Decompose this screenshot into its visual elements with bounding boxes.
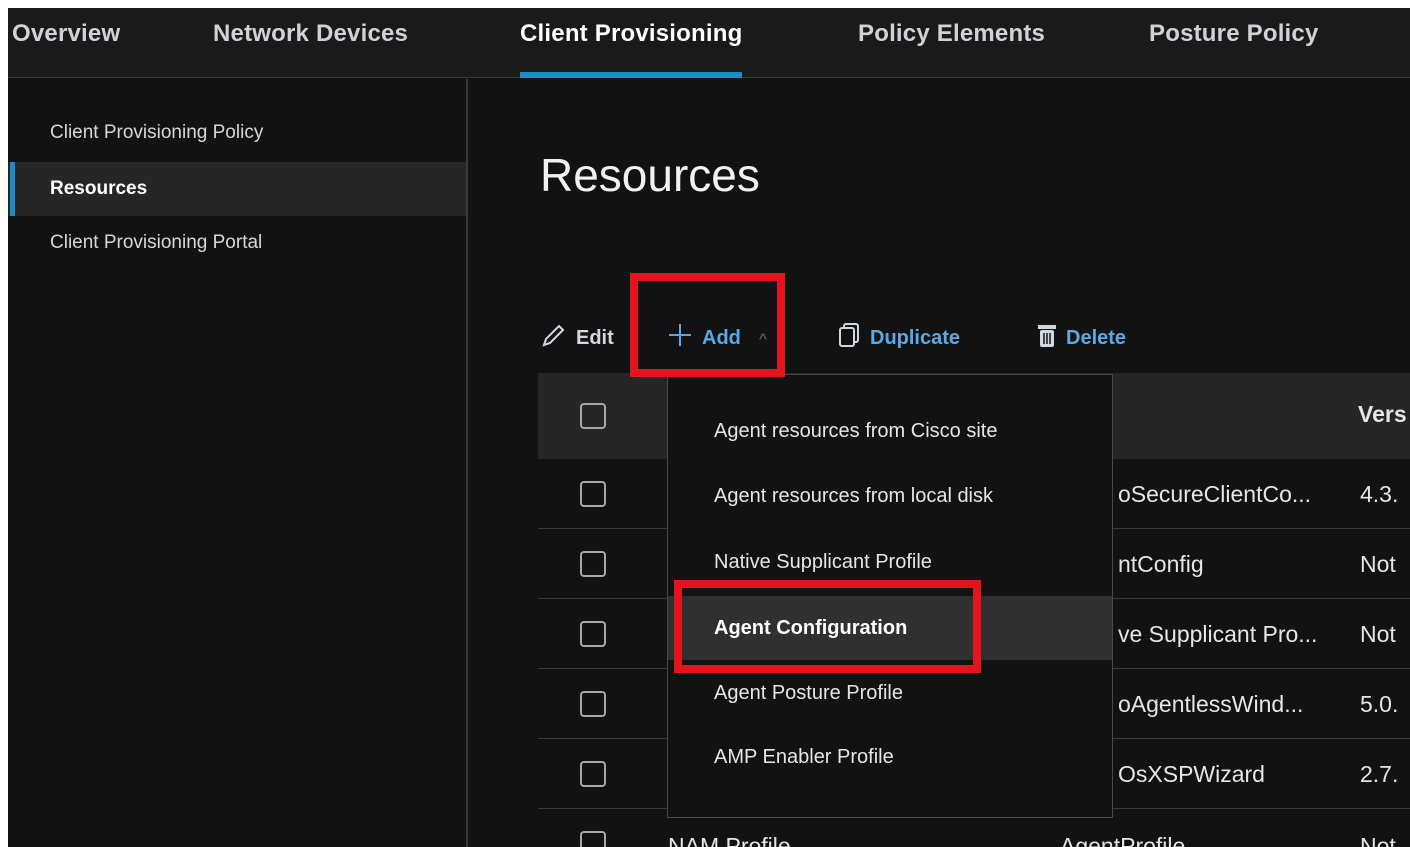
- duplicate-label: Duplicate: [870, 326, 961, 349]
- add-button[interactable]: Add ^: [666, 318, 767, 358]
- row-checkbox[interactable]: [580, 621, 606, 647]
- row-checkbox[interactable]: [580, 551, 606, 577]
- pencil-icon: [540, 321, 568, 355]
- menu-item-agent-posture-profile[interactable]: Agent Posture Profile: [668, 661, 1112, 725]
- menu-item-agent-resources-local-disk[interactable]: Agent resources from local disk: [668, 464, 1112, 528]
- delete-button[interactable]: Delete: [1036, 318, 1126, 358]
- column-header-version[interactable]: Vers: [1358, 401, 1407, 428]
- sidebar-item-client-provisioning-policy[interactable]: Client Provisioning Policy: [8, 106, 466, 160]
- sidebar: Client Provisioning Policy Resources Cli…: [8, 79, 468, 847]
- cell-version: Not: [1360, 833, 1396, 847]
- cell-type: AgentProfile: [1060, 833, 1186, 847]
- tab-client-provisioning[interactable]: Client Provisioning: [520, 20, 743, 78]
- cell-version: 4.3.: [1360, 481, 1399, 507]
- cell-version: Not: [1360, 621, 1396, 647]
- edit-button[interactable]: Edit: [540, 318, 614, 358]
- cell-version: 5.0.: [1360, 691, 1399, 717]
- chevron-up-icon: ^: [758, 330, 768, 346]
- row-checkbox[interactable]: [580, 691, 606, 717]
- menu-item-agent-resources-cisco-site[interactable]: Agent resources from Cisco site: [668, 399, 1112, 463]
- copy-icon: [838, 322, 862, 354]
- add-dropdown-menu: Agent resources from Cisco site Agent re…: [667, 374, 1113, 818]
- add-label: Add: [702, 326, 741, 349]
- menu-item-agent-configuration[interactable]: Agent Configuration: [668, 596, 1112, 660]
- top-navigation: Overview Network Devices Client Provisio…: [8, 8, 1410, 78]
- app-window: Overview Network Devices Client Provisio…: [8, 8, 1410, 847]
- menu-item-amp-enabler-profile[interactable]: AMP Enabler Profile: [668, 725, 1112, 789]
- row-checkbox[interactable]: [580, 761, 606, 787]
- menu-item-native-supplicant-profile[interactable]: Native Supplicant Profile: [668, 530, 1112, 594]
- cell-name: NAM Profile: [668, 833, 791, 847]
- plus-icon: [666, 321, 694, 355]
- row-checkbox[interactable]: [580, 481, 606, 507]
- cell-type: oAgentlessWind...: [1118, 691, 1304, 717]
- page-title: Resources: [540, 149, 760, 201]
- edit-label: Edit: [576, 326, 614, 349]
- cell-type: oSecureClientCo...: [1118, 481, 1312, 507]
- select-all-checkbox[interactable]: [580, 403, 606, 429]
- row-checkbox[interactable]: [580, 831, 606, 847]
- sidebar-item-client-provisioning-portal[interactable]: Client Provisioning Portal: [8, 216, 466, 270]
- cell-type: ntConfig: [1118, 551, 1204, 577]
- cell-type: OsXSPWizard: [1118, 761, 1265, 787]
- tab-posture-policy[interactable]: Posture Policy: [1149, 20, 1319, 78]
- sidebar-item-resources[interactable]: Resources: [8, 162, 466, 216]
- trash-icon: [1036, 322, 1058, 354]
- tab-policy-elements[interactable]: Policy Elements: [858, 20, 1045, 78]
- cell-version: 2.7.: [1360, 761, 1399, 787]
- tab-network-devices[interactable]: Network Devices: [213, 20, 408, 78]
- tab-overview[interactable]: Overview: [12, 20, 120, 78]
- cell-type: ve Supplicant Pro...: [1118, 621, 1318, 647]
- delete-label: Delete: [1066, 326, 1127, 349]
- duplicate-button[interactable]: Duplicate: [838, 318, 960, 358]
- cell-version: Not: [1360, 551, 1396, 577]
